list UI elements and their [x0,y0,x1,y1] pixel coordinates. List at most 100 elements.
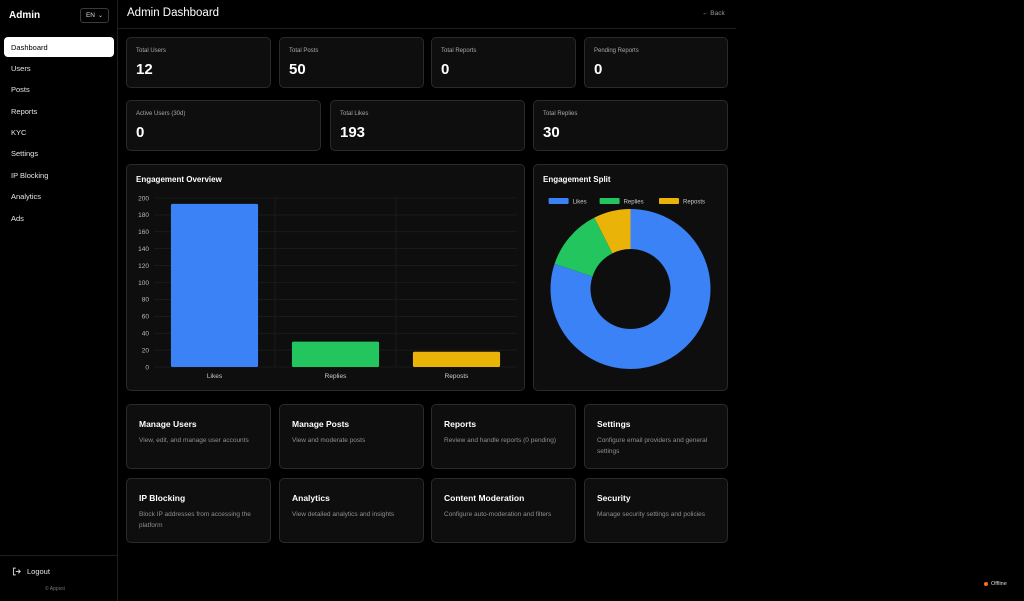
sidebar-divider [0,555,118,556]
card-title: Settings [597,419,631,429]
stat-card-total-replies: Total Replies 30 [533,100,728,151]
sidebar-item-posts[interactable]: Posts [4,80,114,100]
sidebar-item-analytics[interactable]: Analytics [4,187,114,207]
card-title: Content Moderation [444,493,525,503]
legend-swatch [659,198,679,204]
bar-reposts [412,351,501,367]
stat-card-total-users: Total Users 12 [126,37,271,88]
engagement-overview-panel: Engagement Overview 0 20 40 60 80 100 120 140 16… [126,164,525,391]
legend-label: Likes [573,200,587,206]
card-description: Review and handle reports (0 pending) [444,437,557,444]
card-title: Manage Posts [292,419,350,429]
y-tick-label: 140 [138,246,149,253]
card-title: Analytics [292,493,330,503]
sidebar-item-kyc[interactable]: KYC [4,123,114,143]
card-description: Configure auto-moderation and filters [444,511,552,518]
x-tick-label: Reposts [445,373,470,380]
sidebar-item-label: KYC [11,128,27,138]
bar-replies [291,341,380,367]
logout-button[interactable]: Logout [12,567,50,576]
stat-value: 30 [543,124,560,141]
sidebar-item-reports[interactable]: Reports [4,101,114,121]
y-tick-label: 100 [138,280,149,287]
ip-blocking-card[interactable]: IP Blocking Block IP addresses from acce… [126,478,271,543]
stat-value: 0 [594,61,603,78]
sidebar-item-ip-blocking[interactable]: IP Blocking [4,165,114,185]
sidebar-item-label: Settings [11,149,39,159]
card-description: Manage security settings and policies [597,511,706,518]
legend-swatch [548,198,569,204]
card-title: Security [597,493,631,503]
logout-label: Logout [27,567,50,576]
app-footer: © Appssi [45,586,65,592]
engagement-donut-chart: Likes Replies Reposts [548,198,711,369]
card-description: View, edit, and manage user accounts [139,437,249,444]
stat-label: Total Posts [289,48,319,54]
legend-label: Replies [624,200,644,206]
y-tick-label: 180 [138,212,149,219]
back-link[interactable]: ← Back [702,10,725,17]
chevron-down-icon: ⌄ [98,13,104,19]
reports-card[interactable]: Reports Review and handle reports (0 pen… [431,404,576,469]
x-tick-label: Likes [207,373,223,380]
header-divider [118,28,736,29]
stat-value: 50 [289,61,306,78]
sidebar-item-label: IP Blocking [11,170,49,180]
stat-label: Total Users [136,48,167,54]
y-tick-label: 160 [138,229,149,236]
stat-value: 193 [340,124,366,141]
sidebar-item-label: Ads [11,213,24,223]
stat-card-active-users: Active Users (30d) 0 [126,100,321,151]
card-description: Block IP addresses from accessing the pl… [139,511,251,529]
settings-card[interactable]: Settings Configure email providers and g… [584,404,728,469]
sidebar-item-users[interactable]: Users [4,58,114,78]
y-tick-label: 120 [138,263,149,270]
sidebar-item-settings[interactable]: Settings [4,144,114,164]
sidebar-item-dashboard[interactable]: Dashboard [4,37,114,57]
manage-posts-card[interactable]: Manage Posts View and moderate posts [279,404,424,469]
security-card[interactable]: Security Manage security settings and po… [584,478,728,543]
stat-card-total-reports: Total Reports 0 [431,37,576,88]
stat-card-total-likes: Total Likes 193 [330,100,525,151]
stat-label: Active Users (30d) [136,111,186,117]
sidebar-item-label: Reports [11,106,38,116]
brand-title: Admin [9,10,41,21]
bar-likes [170,203,259,367]
sidebar-item-label: Dashboard [11,42,48,52]
card-title: Reports [444,419,477,429]
stat-label: Total Replies [543,111,578,117]
page-title: Admin Dashboard [127,7,220,19]
stat-label: Total Reports [441,48,477,54]
sidebar-nav: Dashboard Users Posts Reports KYC Settin… [4,37,114,230]
language-select[interactable]: EN ⌄ [80,8,109,23]
analytics-card[interactable]: Analytics View detailed analytics and in… [279,478,424,543]
stat-label: Pending Reports [594,48,639,54]
content-moderation-card[interactable]: Content Moderation Configure auto-modera… [431,478,576,543]
engagement-bar-chart: 0 20 40 60 80 100 120 140 160 180 200 Likes Replies R… [138,195,517,380]
stat-value: 12 [136,61,153,78]
y-tick-label: 40 [142,331,150,338]
stat-label: Total Likes [340,111,369,117]
legend-label: Reposts [683,200,705,206]
y-tick-label: 200 [138,195,149,202]
card-description: View and moderate posts [292,437,366,444]
logout-icon [13,567,21,576]
manage-users-card[interactable]: Manage Users View, edit, and manage user… [126,404,271,469]
sidebar-item-label: Users [11,63,31,73]
stat-value: 0 [441,61,450,78]
card-description: Configure email providers and general se… [597,437,708,455]
y-tick-label: 20 [142,347,150,354]
status-dot-icon [984,582,988,586]
sidebar: Admin EN ⌄ Dashboard Users Posts Reports… [0,0,118,601]
y-tick-label: 60 [142,314,150,321]
legend-swatch [599,198,620,204]
card-description: View detailed analytics and insights [292,511,395,518]
engagement-split-panel: Engagement Split Likes Replies Reposts [533,164,728,391]
sidebar-item-label: Posts [11,85,30,95]
language-label: EN [85,12,95,19]
sidebar-item-label: Analytics [11,192,42,202]
y-tick-label: 80 [142,297,150,304]
sidebar-item-ads[interactable]: Ads [4,208,114,228]
card-title: Manage Users [139,419,197,429]
status-label: Offline [991,581,1007,587]
